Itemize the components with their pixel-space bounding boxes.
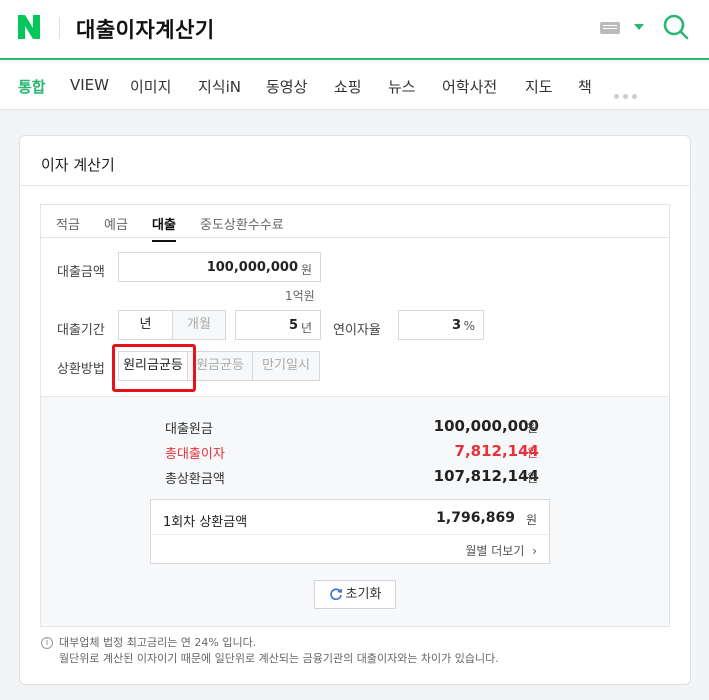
naver-logo-icon — [18, 15, 40, 39]
reset-label: 초기화 — [345, 587, 382, 602]
loan-amount-unit: 원 — [300, 263, 312, 277]
loan-amount-label: 대출금액 — [57, 265, 105, 280]
tab-dictionary[interactable]: 어학사전 — [442, 76, 497, 97]
interest-calculator-card: 이자 계산기 적금 예금 대출 중도상환수수료 대출금액 100,000,000… — [19, 135, 691, 685]
search-icon[interactable] — [662, 13, 690, 41]
first-payment-value: 1,796,869 — [436, 510, 515, 526]
principal-label: 대출원금 — [165, 422, 213, 437]
loan-period-label: 대출기간 — [57, 323, 105, 338]
tab-map[interactable]: 지도 — [525, 76, 553, 97]
repay-method-label: 상환방법 — [57, 362, 105, 377]
tab-image[interactable]: 이미지 — [130, 76, 171, 97]
loan-amount-input[interactable]: 100,000,000 원 — [118, 252, 321, 282]
interest-rate-unit: % — [463, 319, 475, 333]
search-tabs: 통합 VIEW 이미지 지식iN 동영상 쇼핑 뉴스 어학사전 지도 책 — [0, 62, 709, 110]
keyboard-icon[interactable] — [600, 22, 620, 34]
reset-button[interactable]: 초기화 — [314, 580, 396, 609]
loan-period-input[interactable]: 5 년 — [235, 310, 321, 340]
first-payment-box: 1회차 상환금액 1,796,869 원 월별 더보기 › — [150, 499, 550, 564]
chevron-down-icon[interactable] — [634, 24, 644, 30]
principal-unit: 원 — [527, 421, 539, 435]
total-value: 107,812,144 — [433, 467, 539, 485]
search-header: 대출이자계산기 — [0, 0, 709, 60]
tab-news[interactable]: 뉴스 — [388, 76, 416, 97]
interest-rate-label: 연이자율 — [333, 323, 381, 338]
tab-view[interactable]: VIEW — [70, 76, 109, 94]
divider — [20, 185, 690, 186]
divider — [151, 534, 549, 535]
note-monthly-basis: 월단위로 계산된 이자이기 때문에 일단위로 계산되는 금융기관의 대출이자와는… — [59, 652, 499, 665]
info-icon: i — [41, 637, 53, 649]
tab-book[interactable]: 책 — [578, 76, 592, 97]
tab-all[interactable]: 통합 — [18, 76, 46, 97]
tab-loan[interactable]: 대출 — [152, 214, 176, 242]
monthly-more-link[interactable]: 월별 더보기 › — [465, 542, 537, 559]
period-unit-year[interactable]: 년 — [118, 310, 173, 340]
refresh-icon — [329, 587, 342, 600]
result-panel: 대출원금 100,000,000 원 총대출이자 7,812,144 원 총상환… — [41, 396, 669, 626]
calculator-tabs: 적금 예금 대출 중도상환수수료 — [41, 205, 669, 242]
naver-logo[interactable] — [16, 13, 42, 41]
more-tabs-icon[interactable] — [614, 84, 641, 103]
note-max-rate: 대부업체 법정 최고금리는 연 24% 입니다. — [59, 636, 257, 649]
highlight-box — [112, 344, 196, 392]
period-unit-month[interactable]: 개월 — [172, 310, 226, 340]
footnotes: i 대부업체 법정 최고금리는 연 24% 입니다. 월단위로 계산된 이자이기 … — [41, 635, 499, 667]
chevron-right-icon: › — [532, 544, 537, 558]
total-unit: 원 — [527, 471, 539, 485]
interest-label: 총대출이자 — [165, 447, 225, 462]
tab-prepayment-fee[interactable]: 중도상환수수료 — [200, 214, 284, 233]
loan-period-value: 5 — [288, 318, 298, 333]
tab-video[interactable]: 동영상 — [266, 76, 307, 97]
principal-value: 100,000,000 — [433, 417, 539, 435]
interest-rate-value: 3 — [451, 318, 461, 333]
loan-amount-value: 100,000,000 — [206, 260, 298, 275]
tab-shopping[interactable]: 쇼핑 — [334, 76, 362, 97]
calculator-panel: 적금 예금 대출 중도상환수수료 대출금액 100,000,000 원 1억원 … — [40, 204, 670, 627]
interest-rate-input[interactable]: 3 % — [398, 310, 484, 340]
tab-savings[interactable]: 적금 — [56, 214, 80, 233]
card-title: 이자 계산기 — [41, 156, 115, 174]
monthly-more-label: 월별 더보기 — [465, 544, 525, 558]
search-query[interactable]: 대출이자계산기 — [76, 14, 215, 44]
interest-unit: 원 — [527, 446, 539, 460]
repay-bullet[interactable]: 만기일시 — [252, 351, 320, 381]
first-payment-unit: 원 — [525, 513, 537, 527]
tab-deposit[interactable]: 예금 — [104, 214, 128, 233]
repay-equal-principal[interactable]: 원금균등 — [187, 351, 253, 381]
loan-period-unit: 년 — [300, 321, 312, 335]
total-label: 총상환금액 — [165, 472, 225, 487]
first-payment-label: 1회차 상환금액 — [163, 515, 248, 530]
tab-kin[interactable]: 지식iN — [198, 76, 241, 97]
loan-amount-hint: 1억원 — [285, 289, 315, 303]
header-divider — [59, 17, 60, 39]
